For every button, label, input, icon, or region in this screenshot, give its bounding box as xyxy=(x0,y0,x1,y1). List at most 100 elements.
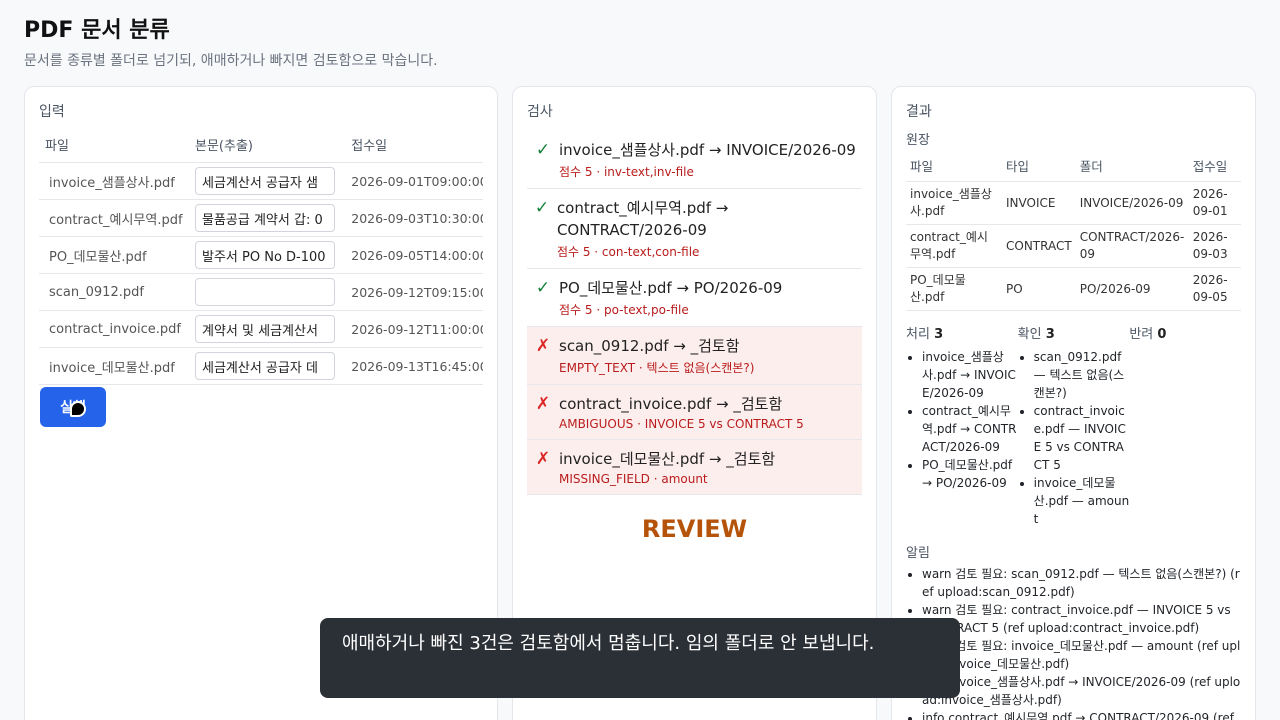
input-panel-title: 입력 xyxy=(39,104,65,120)
ledger-header: 파일 타입 폴더 접수일 xyxy=(906,152,1241,182)
list-item: contract_invoice.pdf — INVOICE 5 vs CONT… xyxy=(1034,402,1130,474)
ledger-folder: PO/2026-09 xyxy=(1075,267,1189,311)
cross-icon: ✗ xyxy=(535,394,551,414)
text-input[interactable]: 세금계산서 공급자 샘 xyxy=(195,167,335,195)
rejected-count: 0 xyxy=(1157,327,1167,342)
rejected-label: 반려 xyxy=(1129,327,1154,342)
file-name: scan_0912.pdf xyxy=(39,273,189,311)
alert-item: warn 검토 필요: scan_0912.pdf — 텍스트 없음(스캔본?)… xyxy=(922,565,1241,601)
check-list: ✓ invoice_샘플상사.pdf → INVOICE/2026-09 점수 … xyxy=(527,131,862,495)
cross-icon: ✗ xyxy=(535,336,551,356)
check-icon: ✓ xyxy=(534,198,550,218)
text-input[interactable]: 계약서 및 세금계산서 xyxy=(195,315,335,343)
received-date: 2026-09-01T09:00:00 xyxy=(345,162,483,200)
list-item: scan_0912.pdf — 텍스트 없음(스캔본?) xyxy=(1034,348,1130,402)
ledger-col-date: 접수일 xyxy=(1188,152,1241,182)
check-item-main: contract_invoice.pdf → _검토함 xyxy=(559,395,783,413)
ledger-date: 2026-09-01 xyxy=(1188,181,1241,225)
ledger-date: 2026-09-05 xyxy=(1188,267,1241,311)
run-button[interactable]: 실행 xyxy=(40,387,106,427)
check-item: ✓ PO_데모물산.pdf → PO/2026-09 점수 5 · po-tex… xyxy=(527,269,862,327)
text-input[interactable]: 세금계산서 공급자 데 xyxy=(195,352,335,380)
check-item-detail: 점수 5 · inv-text,inv-file xyxy=(559,165,694,179)
alerts-title: 알림 xyxy=(906,546,930,561)
check-item-main: contract_예시무역.pdf → CONTRACT/2026-09 xyxy=(556,199,729,239)
received-date: 2026-09-05T14:00:00 xyxy=(345,236,483,274)
table-row: contract_invoice.pdf 계약서 및 세금계산서 2026-09… xyxy=(39,310,483,348)
col-file: 파일 xyxy=(39,131,189,163)
alert-item: info invoice_샘플상사.pdf → INVOICE/2026-09 … xyxy=(922,673,1241,709)
table-row: contract_예시무역.pdf 물품공급 계약서 갑: 0 2026-09-… xyxy=(39,199,483,237)
check-panel-title: 검사 xyxy=(527,104,553,120)
check-item: ✓ invoice_샘플상사.pdf → INVOICE/2026-09 점수 … xyxy=(527,131,862,189)
check-item-main: invoice_샘플상사.pdf → INVOICE/2026-09 xyxy=(559,141,856,159)
check-item: ✗ scan_0912.pdf → _검토함 EMPTY_TEXT · 텍스트 … xyxy=(527,327,862,385)
col-date: 접수일 xyxy=(345,131,483,163)
page-subtitle: 문서를 종류별 폴더로 넘기되, 애매하거나 빠지면 검토함으로 막습니다. xyxy=(24,53,438,69)
ledger-row: PO_데모물산.pdf PO PO/2026-09 2026-09-05 xyxy=(906,267,1241,311)
table-row: invoice_샘플상사.pdf 세금계산서 공급자 샘 2026-09-01T… xyxy=(39,162,483,200)
text-input[interactable]: 발주서 PO No D-100 xyxy=(195,241,335,269)
received-date: 2026-09-03T10:30:00 xyxy=(345,199,483,237)
ledger-title: 원장 xyxy=(906,133,930,148)
confirm-count: 3 xyxy=(1045,327,1055,342)
ledger-col-file: 파일 xyxy=(906,152,1002,182)
col-text: 본문(추출) xyxy=(189,131,346,163)
result-panel-title: 결과 xyxy=(906,104,932,120)
text-input[interactable]: 물품공급 계약서 갑: 0 xyxy=(195,204,335,232)
check-item-detail: 점수 5 · po-text,po-file xyxy=(559,303,689,317)
verdict-label: REVIEW xyxy=(641,515,748,543)
input-table-header: 파일 본문(추출) 접수일 xyxy=(39,131,483,163)
ledger-col-folder: 폴더 xyxy=(1075,152,1189,182)
processed-count: 3 xyxy=(934,327,944,342)
ledger-file: PO_데모물산.pdf xyxy=(906,267,1002,311)
list-item: invoice_데모물산.pdf — amount xyxy=(1034,474,1130,528)
check-item: ✗ invoice_데모물산.pdf → _검토함 MISSING_FIELD … xyxy=(527,440,862,495)
summary-columns: 처리 3 invoice_샘플상사.pdf → INVOICE/2026-09 … xyxy=(906,323,1241,528)
table-row: scan_0912.pdf 2026-09-12T09:15:00 xyxy=(39,273,483,311)
received-date: 2026-09-13T16:45:00 xyxy=(345,347,483,385)
check-item-detail: 점수 5 · con-text,con-file xyxy=(556,245,700,259)
rejected-column: 반려 0 xyxy=(1129,323,1241,528)
list-item: PO_데모물산.pdf → PO/2026-09 xyxy=(922,456,1018,492)
processed-column: 처리 3 invoice_샘플상사.pdf → INVOICE/2026-09 … xyxy=(906,323,1018,528)
check-item-detail: AMBIGUOUS · INVOICE 5 vs CONTRACT 5 xyxy=(559,417,804,431)
ledger-col-type: 타입 xyxy=(1002,152,1076,182)
check-item-main: scan_0912.pdf → _검토함 xyxy=(559,337,740,355)
mouse-cursor-icon xyxy=(70,401,86,417)
processed-label: 처리 xyxy=(906,327,930,342)
table-row: PO_데모물산.pdf 발주서 PO No D-100 2026-09-05T1… xyxy=(39,236,483,274)
confirm-column: 확인 3 scan_0912.pdf — 텍스트 없음(스캔본?) contra… xyxy=(1018,323,1130,528)
check-icon: ✓ xyxy=(535,278,551,298)
check-item-main: invoice_데모물산.pdf → _검토함 xyxy=(559,450,776,468)
check-item: ✓ contract_예시무역.pdf → CONTRACT/2026-09 점… xyxy=(527,189,862,269)
ledger-folder: INVOICE/2026-09 xyxy=(1075,181,1189,225)
confirm-label: 확인 xyxy=(1017,327,1042,342)
check-icon: ✓ xyxy=(535,140,551,160)
alert-item: warn 검토 필요: invoice_데모물산.pdf — amount (r… xyxy=(922,637,1241,673)
ledger-row: invoice_샘플상사.pdf INVOICE INVOICE/2026-09… xyxy=(906,181,1241,225)
page-header: PDF 문서 분류 문서를 종류별 폴더로 넘기되, 애매하거나 빠지면 검토함… xyxy=(24,16,438,70)
ledger-date: 2026-09-03 xyxy=(1188,224,1241,268)
ledger-row: contract_예시무역.pdf CONTRACT CONTRACT/2026… xyxy=(906,224,1241,268)
page-title: PDF 문서 분류 xyxy=(24,18,170,43)
input-table: 파일 본문(추출) 접수일 invoice_샘플상사.pdf 세금계산서 공급자… xyxy=(39,131,483,385)
file-name: invoice_데모물산.pdf xyxy=(39,347,189,385)
ledger-type: PO xyxy=(1002,267,1076,311)
check-item: ✗ contract_invoice.pdf → _검토함 AMBIGUOUS … xyxy=(527,385,862,440)
check-item-main: PO_데모물산.pdf → PO/2026-09 xyxy=(559,279,783,297)
check-item-detail: MISSING_FIELD · amount xyxy=(559,472,708,486)
ledger-file: invoice_샘플상사.pdf xyxy=(906,181,1002,225)
ledger-folder: CONTRACT/2026-09 xyxy=(1075,224,1189,268)
ledger-table: 파일 타입 폴더 접수일 invoice_샘플상사.pdf INVOICE IN… xyxy=(906,152,1241,311)
list-item: invoice_샘플상사.pdf → INVOICE/2026-09 xyxy=(922,348,1018,402)
ledger-type: CONTRACT xyxy=(1002,224,1076,268)
file-name: contract_예시무역.pdf xyxy=(39,199,189,237)
text-input[interactable] xyxy=(195,278,335,306)
received-date: 2026-09-12T09:15:00 xyxy=(345,273,483,311)
file-name: invoice_샘플상사.pdf xyxy=(39,162,189,200)
check-item-detail: EMPTY_TEXT · 텍스트 없음(스캔본?) xyxy=(559,361,755,375)
alert-item: warn 검토 필요: contract_invoice.pdf — INVOI… xyxy=(922,601,1241,637)
file-name: contract_invoice.pdf xyxy=(39,310,189,348)
toast-message: 애매하거나 빠진 3건은 검토함에서 멈춥니다. 임의 폴더로 안 보냅니다. xyxy=(320,618,960,698)
